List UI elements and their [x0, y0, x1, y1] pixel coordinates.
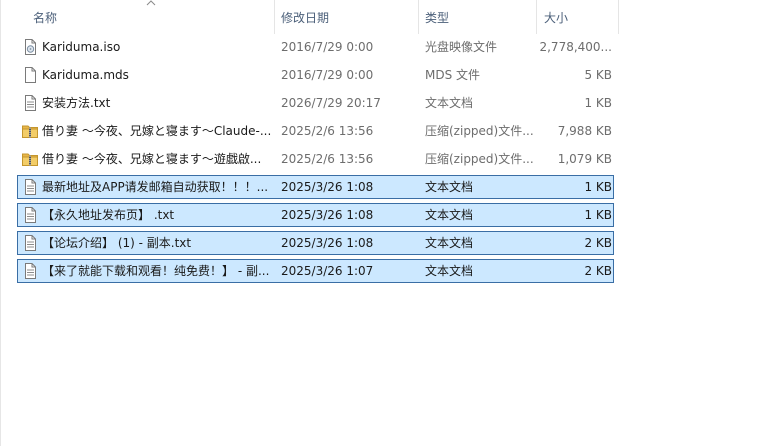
- file-size: 2 KB: [584, 236, 612, 250]
- column-header-date[interactable]: 修改日期: [281, 0, 416, 34]
- file-size: 5 KB: [584, 68, 612, 82]
- file-name: 【来了就能下载和观看！纯免费！】 - 副...: [42, 264, 270, 278]
- file-modified-date: 2016/7/29 0:00: [281, 68, 374, 82]
- file-modified-date: 2025/2/6 13:56: [281, 152, 374, 166]
- column-divider[interactable]: [536, 0, 537, 34]
- file-size: 7,988 KB: [557, 124, 612, 138]
- file-size: 1,079 KB: [557, 152, 612, 166]
- file-row[interactable]: 安装方法.txt 2026/7/29 20:17 文本文档 1 KB: [17, 91, 614, 115]
- file-type: 文本文档: [425, 96, 474, 110]
- window-left-edge: [0, 0, 1, 446]
- file-modified-date: 2025/3/26 1:08: [281, 236, 374, 250]
- file-row[interactable]: Kariduma.mds 2016/7/29 0:00 MDS 文件 5 KB: [17, 63, 614, 87]
- file-row[interactable]: 最新地址及APP请发邮箱自动获取！！！... 2025/3/26 1:08 文本文档…: [17, 175, 614, 199]
- file-name: 安装方法.txt: [42, 96, 111, 110]
- blank-file-icon: [22, 67, 38, 83]
- file-type: 光盘映像文件: [425, 40, 498, 54]
- file-type: 文本文档: [425, 236, 474, 250]
- column-header-size[interactable]: 大小: [544, 0, 614, 34]
- file-row[interactable]: 【永久地址发布页】 .txt 2025/3/26 1:08 文本文档 1 KB: [17, 203, 614, 227]
- column-header-type[interactable]: 类型: [425, 0, 535, 34]
- file-name: 借り妻 ～今夜、兄嫁と寝ます～遊戯啟...: [42, 152, 262, 166]
- zip-folder-icon: [22, 151, 38, 167]
- file-size: 1 KB: [584, 180, 612, 194]
- file-modified-date: 2025/3/26 1:07: [281, 264, 374, 278]
- file-type: 文本文档: [425, 264, 474, 278]
- file-modified-date: 2016/7/29 0:00: [281, 40, 374, 54]
- zip-folder-icon: [22, 123, 38, 139]
- file-row[interactable]: 【来了就能下载和观看！纯免费！】 - 副... 2025/3/26 1:07 文本文…: [17, 259, 614, 283]
- text-file-icon: [22, 95, 38, 111]
- column-divider[interactable]: [618, 0, 619, 34]
- file-name: Kariduma.iso: [42, 40, 121, 54]
- file-name: 【论坛介绍】 (1) - 副本.txt: [42, 236, 192, 250]
- text-file-icon: [22, 207, 38, 223]
- file-type: MDS 文件: [425, 68, 481, 82]
- file-size: 1 KB: [584, 208, 612, 222]
- column-divider[interactable]: [274, 0, 275, 34]
- text-file-icon: [22, 235, 38, 251]
- file-name: 最新地址及APP请发邮箱自动获取！！！...: [42, 180, 269, 194]
- column-header-bar: 名称 修改日期 类型 大小: [0, 0, 765, 34]
- text-file-icon: [22, 263, 38, 279]
- file-name: 【永久地址发布页】 .txt: [42, 208, 175, 222]
- file-modified-date: 2025/3/26 1:08: [281, 208, 374, 222]
- file-name: 借り妻 ～今夜、兄嫁と寝ます～Claude-...: [42, 124, 272, 138]
- column-divider[interactable]: [418, 0, 419, 34]
- file-size: 2 KB: [584, 264, 612, 278]
- file-row[interactable]: 【论坛介绍】 (1) - 副本.txt 2025/3/26 1:08 文本文档 2 K…: [17, 231, 614, 255]
- file-name: Kariduma.mds: [42, 68, 129, 82]
- file-size: 2,778,400...: [539, 40, 612, 54]
- text-file-icon: [22, 179, 38, 195]
- file-row[interactable]: Kariduma.iso 2016/7/29 0:00 光盘映像文件 2,778,40…: [17, 35, 614, 59]
- file-modified-date: 2025/2/6 13:56: [281, 124, 374, 138]
- file-row[interactable]: 借り妻 ～今夜、兄嫁と寝ます～遊戯啟... 2025/2/6 13:56 压缩(zi…: [17, 147, 614, 171]
- file-type: 文本文档: [425, 180, 474, 194]
- file-modified-date: 2026/7/29 20:17: [281, 96, 381, 110]
- disc-file-icon: [22, 39, 38, 55]
- file-modified-date: 2025/3/26 1:08: [281, 180, 374, 194]
- file-type: 文本文档: [425, 208, 474, 222]
- file-type: 压缩(zipped)文件...: [425, 124, 534, 138]
- file-size: 1 KB: [584, 96, 612, 110]
- file-type: 压缩(zipped)文件...: [425, 152, 534, 166]
- file-row[interactable]: 借り妻 ～今夜、兄嫁と寝ます～Claude-... 2025/2/6 13:56 压…: [17, 119, 614, 143]
- column-header-name[interactable]: 名称: [33, 0, 273, 34]
